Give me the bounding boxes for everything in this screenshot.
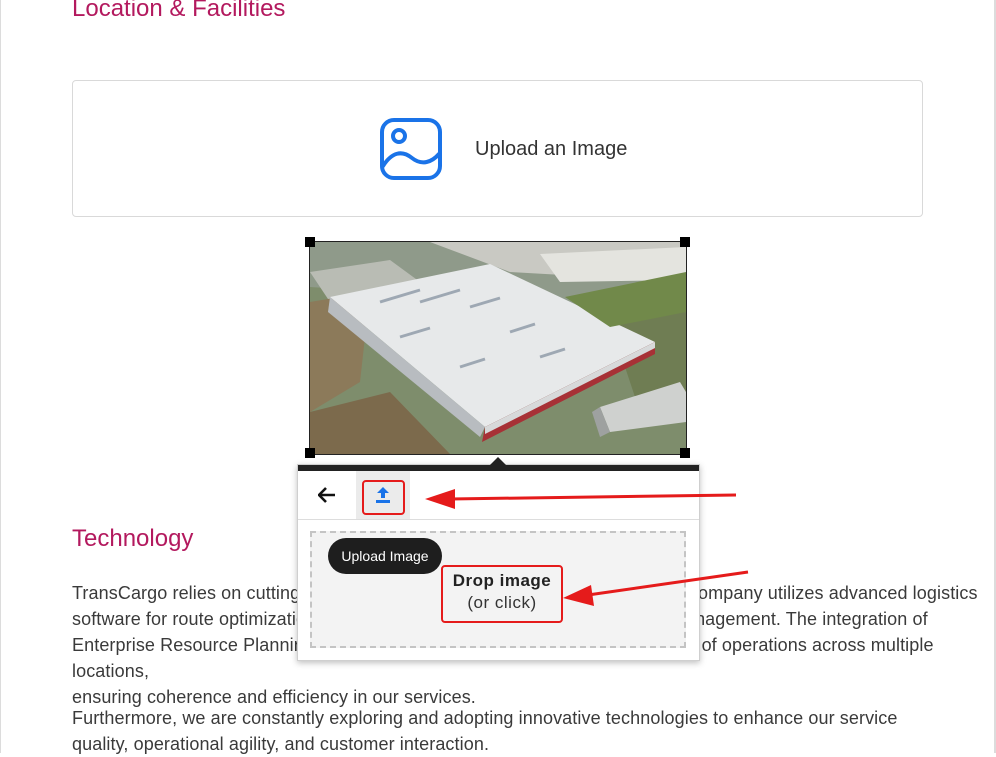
- technology-heading: Technology: [72, 525, 194, 552]
- popover-caret: [490, 457, 506, 465]
- annotation-highlight-upload-button: [362, 480, 405, 515]
- resize-handle-bottom-left[interactable]: [305, 448, 315, 458]
- upload-image-label: Upload an Image: [475, 138, 628, 160]
- arrow-left-icon: [318, 487, 335, 503]
- popover-toolbar: [298, 471, 699, 520]
- para2-line1: Furthermore, we are constantly exploring…: [72, 708, 898, 728]
- technology-paragraph-2: Furthermore, we are constantly exploring…: [72, 705, 897, 757]
- page-left-border: [0, 0, 1, 753]
- upload-image-placeholder[interactable]: Upload an Image: [72, 80, 923, 217]
- upload-image-button[interactable]: [356, 471, 410, 519]
- location-facilities-heading: Location & Facilities: [72, 0, 286, 22]
- resize-handle-bottom-right[interactable]: [680, 448, 690, 458]
- back-button[interactable]: [298, 471, 356, 519]
- image-icon: [380, 118, 442, 180]
- resize-handle-top-right[interactable]: [680, 237, 690, 247]
- para2-line2: quality, operational agility, and custom…: [72, 734, 490, 754]
- upload-image-tooltip: Upload Image: [328, 538, 442, 574]
- para1-line4: ensuring coherence and efficiency in our…: [72, 687, 476, 707]
- annotation-highlight-drop-text: Drop image (or click): [441, 565, 563, 623]
- drop-zone-subtitle: (or click): [467, 593, 537, 612]
- resize-handle-top-left[interactable]: [305, 237, 315, 247]
- warehouse-photo: [310, 242, 686, 454]
- drop-zone-title: Drop image: [452, 571, 552, 590]
- warehouse-image[interactable]: [309, 241, 687, 455]
